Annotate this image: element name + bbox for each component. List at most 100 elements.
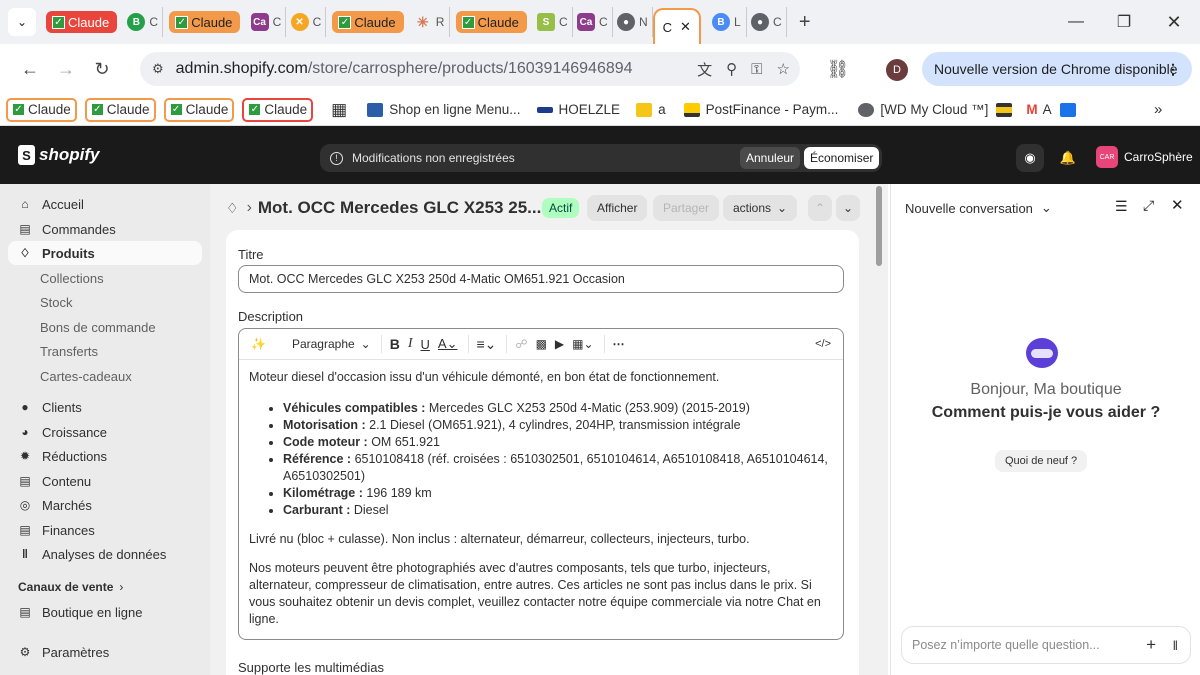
actions-menu-button[interactable]: actions ⌄ bbox=[723, 195, 798, 221]
sidekick-icon[interactable]: ◉ bbox=[1016, 144, 1044, 172]
bookmark-shop[interactable]: Shop en ligne Menu... bbox=[367, 98, 521, 122]
tab-mini-1[interactable]: BC bbox=[123, 7, 164, 37]
tag-icon[interactable]: ♢ bbox=[226, 200, 239, 217]
image-icon[interactable]: ▩ bbox=[536, 333, 547, 355]
close-tab-icon[interactable]: ✕ bbox=[680, 19, 691, 35]
magic-sparkle-icon[interactable]: ✨ bbox=[251, 333, 266, 355]
more-horizontal-icon[interactable]: ⋯ bbox=[613, 333, 625, 355]
tab-mini-4[interactable]: ✳ R bbox=[410, 7, 450, 37]
discard-button[interactable]: Annuleur bbox=[740, 147, 801, 169]
sidebar-item-accueil[interactable]: ⌂ Accueil bbox=[8, 192, 202, 216]
reload-icon[interactable]: ↻ bbox=[84, 51, 120, 87]
share-button[interactable]: Partager bbox=[653, 195, 720, 221]
site-settings-icon[interactable]: ⚙ bbox=[152, 61, 164, 77]
tab-mini-8[interactable]: BL bbox=[707, 7, 747, 37]
sidebar-item-cartes[interactable]: Cartes-cadeaux bbox=[8, 364, 202, 388]
sidebar-item-commandes[interactable]: ▤ Commandes bbox=[8, 217, 202, 241]
sidebar-item-boutique[interactable]: ▤ Boutique en ligne bbox=[8, 600, 202, 624]
tab-mini-9[interactable]: ● C bbox=[747, 7, 787, 37]
tab-mini-5[interactable]: SC bbox=[533, 7, 573, 37]
address-bar[interactable]: ⚙ admin.shopify.com/store/carrosphere/pr… bbox=[140, 52, 800, 86]
bookmark-claude-1[interactable]: ✓ Claude bbox=[6, 97, 77, 122]
sidebar-item-marches[interactable]: ◎ Marchés bbox=[8, 493, 202, 517]
tab-active[interactable]: C ✕ bbox=[652, 8, 701, 44]
password-key-icon[interactable]: ⚿ bbox=[751, 61, 762, 78]
voice-icon[interactable]: ‖ bbox=[1173, 638, 1178, 653]
sidebar-item-analyses[interactable]: ‖ Analyses de données bbox=[8, 542, 202, 566]
tab-mini-2[interactable]: Ca C bbox=[246, 7, 287, 37]
chrome-update-button[interactable]: Nouvelle version de Chrome disponible ⋮ bbox=[922, 52, 1192, 86]
tab-mini-7[interactable]: ● N bbox=[613, 7, 653, 37]
bookmark-claude-4[interactable]: ✓ Claude bbox=[242, 97, 314, 122]
sidebar-item-collections[interactable]: Collections bbox=[8, 266, 202, 290]
zoom-icon[interactable]: ⚲ bbox=[726, 60, 737, 78]
bookmark-doc[interactable] bbox=[1059, 98, 1082, 122]
chat-input[interactable]: Posez n’importe quelle question... + ‖ bbox=[901, 626, 1191, 664]
sidebar-item-transferts[interactable]: Transferts bbox=[8, 339, 202, 363]
view-button[interactable]: Afficher bbox=[587, 195, 648, 221]
add-plus-icon[interactable]: + bbox=[1146, 635, 1156, 655]
bookmark-claude-3[interactable]: ✓ Claude bbox=[163, 97, 235, 122]
description-content[interactable]: Moteur diesel d'occasion issu d'un véhic… bbox=[249, 369, 835, 640]
bold-icon[interactable]: B bbox=[390, 333, 400, 355]
restore-icon[interactable]: ❐ bbox=[1100, 0, 1148, 44]
shopify-logo[interactable]: Sshopify bbox=[18, 145, 99, 165]
next-product-icon[interactable]: ⌄ bbox=[836, 195, 861, 221]
profile-avatar[interactable]: D bbox=[886, 59, 908, 81]
sidebar-item-reductions[interactable]: ✹ Réductions bbox=[8, 444, 202, 468]
bookmark-postfinance[interactable]: PostFinance - Paym... bbox=[683, 98, 838, 122]
tab-claude-3[interactable]: ✓ Claude bbox=[332, 7, 404, 37]
sidebar-item-croissance[interactable]: ◕ Croissance bbox=[8, 420, 202, 444]
bookmark-a[interactable]: a bbox=[636, 98, 666, 122]
sidebar-item-produits[interactable]: ♢ Produits bbox=[8, 241, 202, 265]
bookmark-gmail[interactable]: MA bbox=[1026, 98, 1051, 122]
translate-icon[interactable]: 文 bbox=[697, 59, 712, 80]
conversation-selector[interactable]: Nouvelle conversation ⌄ bbox=[905, 200, 1052, 216]
whats-new-button[interactable]: Quoi de neuf ? bbox=[995, 450, 1088, 472]
back-arrow-icon[interactable]: ← bbox=[12, 51, 48, 87]
bookmark-wd[interactable]: [WD My Cloud ™] bbox=[858, 98, 988, 122]
close-panel-icon[interactable]: ✕ bbox=[1171, 196, 1184, 214]
video-icon[interactable]: ▶ bbox=[555, 333, 564, 355]
store-switcher[interactable]: CAR CarroSphère bbox=[1096, 146, 1193, 168]
bookmark-stripes[interactable] bbox=[996, 98, 1018, 122]
sidebar-item-clients[interactable]: ● Clients bbox=[8, 395, 202, 419]
bookmark-claude-2[interactable]: ✓ Claude bbox=[84, 97, 156, 122]
italic-icon[interactable]: I bbox=[408, 333, 413, 355]
bookmark-hoelzle[interactable]: HOELZLE bbox=[536, 98, 620, 122]
text-color-icon[interactable]: A⌄ bbox=[438, 333, 458, 355]
underline-icon[interactable]: U bbox=[421, 333, 430, 355]
tab-mini-3[interactable]: ✕ C bbox=[286, 7, 327, 37]
more-vertical-icon[interactable]: ⋮ bbox=[1166, 61, 1180, 78]
tab-claude-2[interactable]: ✓ Claude bbox=[169, 7, 241, 37]
apps-grid-icon[interactable]: ▦ bbox=[331, 98, 347, 122]
link-icon[interactable]: ☍ bbox=[515, 333, 527, 355]
code-view-icon[interactable]: </> bbox=[815, 333, 831, 355]
save-button[interactable]: Économiser bbox=[804, 147, 880, 169]
tab-search-chevron-icon[interactable]: ⌄ bbox=[8, 8, 36, 36]
new-tab-plus-icon[interactable]: + bbox=[799, 11, 811, 34]
page-scrollbar[interactable] bbox=[876, 186, 882, 266]
forward-arrow-icon[interactable]: → bbox=[48, 51, 84, 87]
table-icon[interactable]: ▦⌄ bbox=[572, 333, 593, 355]
sales-channels-heading[interactable]: Canaux de vente › bbox=[18, 580, 123, 594]
extensions-icon[interactable]: ⛓ bbox=[820, 51, 856, 87]
sidebar-item-finances[interactable]: ▤ Finances bbox=[8, 518, 202, 542]
tab-claude-1[interactable]: ✓ Claude bbox=[46, 7, 118, 37]
minimize-icon[interactable]: — bbox=[1052, 0, 1100, 44]
title-input[interactable]: Mot. OCC Mercedes GLC X253 250d 4-Matic … bbox=[238, 265, 844, 293]
sidebar-item-parametres[interactable]: ⚙ Paramètres bbox=[8, 640, 202, 664]
settings-sliders-icon[interactable]: ☰ bbox=[1115, 198, 1128, 215]
align-left-icon[interactable]: ≡⌄ bbox=[477, 333, 497, 355]
format-dropdown[interactable]: Paragraphe ⌄ bbox=[292, 333, 371, 355]
sidebar-item-stock[interactable]: Stock bbox=[8, 290, 202, 314]
window-close-icon[interactable]: ✕ bbox=[1150, 0, 1198, 44]
notifications-bell-icon[interactable]: 🔔 bbox=[1054, 144, 1082, 172]
more-bookmarks-icon[interactable]: » bbox=[1154, 98, 1162, 122]
tab-mini-6[interactable]: Ca C bbox=[573, 7, 613, 37]
description-editor[interactable]: ✨ Paragraphe ⌄ B I U A⌄ ≡⌄ ☍ ▩ ▶ ▦⌄ ⋯ </>… bbox=[238, 328, 844, 640]
tab-claude-4[interactable]: ✓ Claude bbox=[455, 7, 527, 37]
previous-product-icon[interactable]: ⌃ bbox=[808, 195, 833, 221]
sidebar-item-contenu[interactable]: ▤ Contenu bbox=[8, 469, 202, 493]
expand-icon[interactable]: ⤢ bbox=[1143, 197, 1154, 214]
